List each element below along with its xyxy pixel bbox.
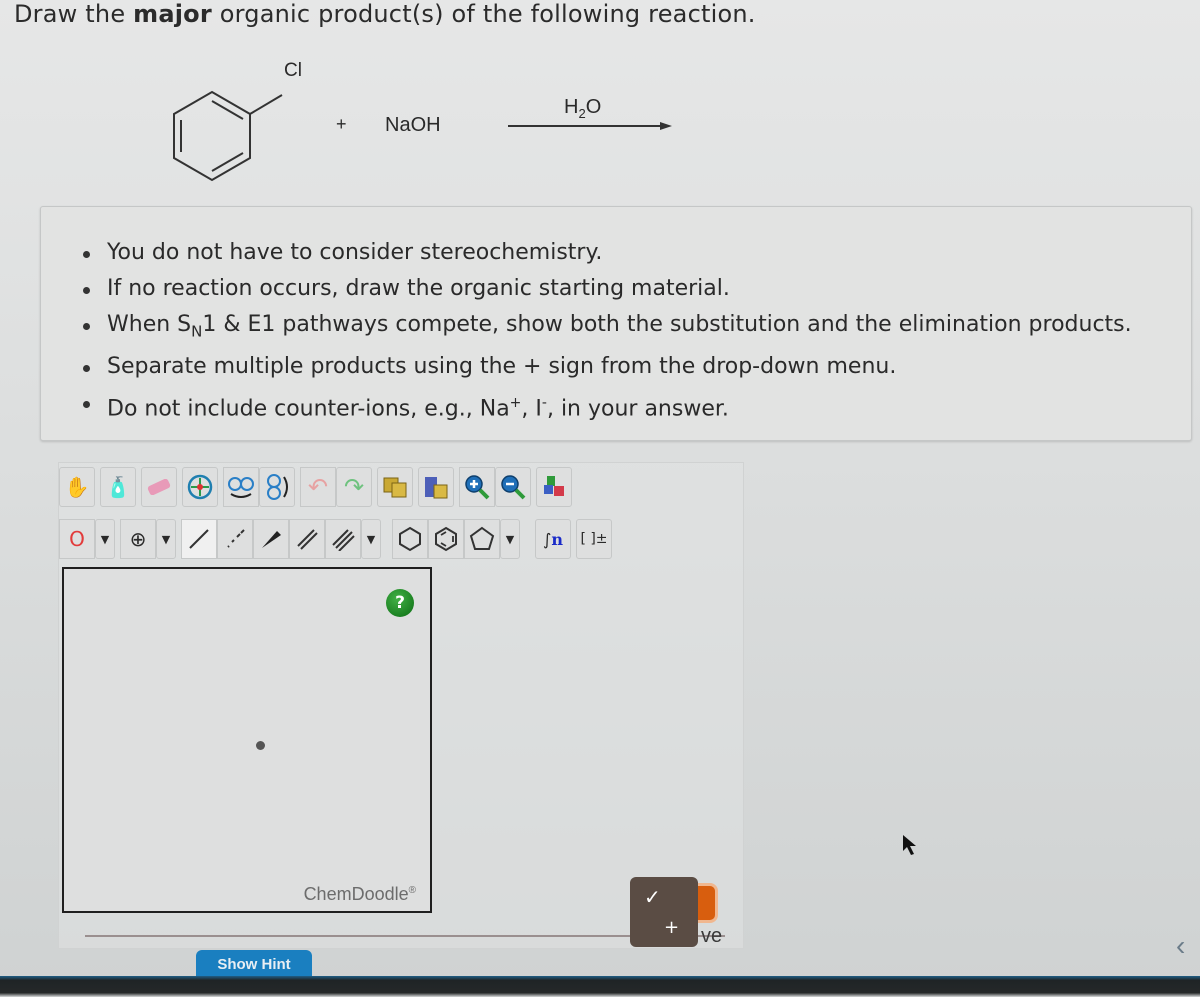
paste-button[interactable]	[418, 467, 454, 507]
chevron-down-icon: ▼	[161, 532, 171, 546]
flip-horizontal-button[interactable]	[223, 467, 259, 507]
instruction-item: Do not include counter-ions, e.g., Na+, …	[41, 385, 1132, 427]
atom-dropdown[interactable]: ▼	[95, 519, 115, 559]
chlorine-label: Cl	[284, 60, 302, 81]
clean-button[interactable]	[536, 467, 572, 507]
chemdoodle-brand: ChemDoodle®	[303, 884, 416, 904]
add-product-icon[interactable]: +	[664, 917, 679, 938]
question-bold: major	[133, 0, 212, 28]
answer-popup-menu: ✓ +	[630, 877, 698, 947]
benzene-ring	[173, 90, 283, 182]
undo-icon: ↶	[307, 473, 329, 501]
hand-icon: ✋	[64, 475, 90, 499]
divider	[85, 935, 725, 937]
flip-horizontal-icon	[226, 474, 256, 500]
center-icon	[187, 474, 213, 500]
c-cl-bond	[249, 94, 283, 115]
show-hint-button[interactable]: Show Hint	[196, 950, 312, 978]
question-suffix: organic product(s) of the following reac…	[211, 0, 756, 28]
repeat-unit-icon: ∫n	[543, 529, 563, 549]
benzene-button[interactable]	[428, 519, 464, 559]
triple-bond-icon	[331, 527, 355, 551]
toolbar-row-2: O ▼ ⊕ ▼ ▼ ▼ ∫n [ ]±	[59, 519, 617, 559]
paste-icon	[423, 475, 449, 499]
bracket-charge-button[interactable]: [ ]±	[576, 519, 612, 559]
charge-button[interactable]: ⊕	[120, 519, 156, 559]
triple-bond-button[interactable]	[325, 519, 361, 559]
question-prefix: Draw the	[14, 0, 134, 28]
benzene-icon	[433, 526, 459, 552]
chevron-down-icon: ▼	[100, 532, 110, 546]
canvas-mark	[256, 741, 265, 750]
cyclohexane-button[interactable]	[392, 519, 428, 559]
reaction-scheme: Cl + NaOH H2O	[0, 40, 760, 200]
instructions-list: You do not have to consider stereochemis…	[41, 235, 1132, 428]
ring-outline	[173, 90, 251, 182]
undo-button[interactable]: ↶	[300, 467, 336, 507]
zoom-out-button[interactable]	[495, 467, 531, 507]
double-bond-icon	[295, 527, 319, 551]
instruction-item: If no reaction occurs, draw the organic …	[41, 271, 1132, 307]
double-bond-button[interactable]	[289, 519, 325, 559]
toolbar-row-1: ✋ 🧴 ↶ ↷	[59, 467, 577, 507]
chevron-down-icon: ▼	[366, 532, 376, 546]
reaction-drawing	[173, 90, 672, 182]
wedge-bond-icon	[259, 527, 283, 551]
reagent-label: NaOH	[385, 114, 441, 136]
mouse-pointer-icon	[903, 835, 916, 855]
instructions-box: You do not have to consider stereochemis…	[40, 206, 1192, 441]
cyclopentane-icon	[469, 526, 495, 552]
copy-icon	[382, 475, 408, 499]
instruction-item: You do not have to consider stereochemis…	[41, 235, 1132, 271]
repeat-unit-button[interactable]: ∫n	[535, 519, 571, 559]
double-bond-inner	[211, 100, 244, 120]
eraser-button[interactable]	[141, 467, 177, 507]
atom-label-button[interactable]: O	[59, 519, 95, 559]
drawing-canvas[interactable]: ? ChemDoodle®	[62, 567, 432, 913]
bracket-charge-icon: [ ]±	[580, 531, 608, 547]
help-button[interactable]: ?	[386, 589, 414, 617]
single-bond-button[interactable]	[181, 519, 217, 559]
redo-icon: ↷	[343, 473, 365, 501]
charge-plus-icon: ⊕	[129, 527, 147, 551]
cyclopentane-button[interactable]	[464, 519, 500, 559]
eraser-icon	[146, 479, 172, 495]
bottom-bar	[0, 976, 1200, 997]
chevron-down-icon: ▼	[505, 532, 515, 546]
flip-vertical-button[interactable]	[259, 467, 295, 507]
check-icon[interactable]: ✓	[644, 885, 661, 909]
spray-bottle-icon: 🧴	[105, 475, 131, 499]
solvent-label: H2O	[564, 96, 602, 121]
zoom-in-button[interactable]	[459, 467, 495, 507]
hand-tool-button[interactable]: ✋	[59, 467, 95, 507]
hashed-bond-icon	[223, 527, 247, 551]
clear-button[interactable]: 🧴	[100, 467, 136, 507]
flip-vertical-icon	[262, 473, 292, 501]
zoom-out-icon	[500, 474, 526, 500]
instruction-item: When SN1 & E1 pathways compete, show bot…	[41, 307, 1132, 349]
copy-button[interactable]	[377, 467, 413, 507]
single-bond-icon	[187, 527, 211, 551]
zoom-in-icon	[464, 474, 490, 500]
reaction-arrow	[508, 122, 672, 130]
center-button[interactable]	[182, 467, 218, 507]
redo-button[interactable]: ↷	[336, 467, 372, 507]
chemdoodle-sketcher: ✋ 🧴 ↶ ↷ O ▼ ⊕ ▼ ▼ ▼ ∫n [ ]± ? ChemDoodle…	[58, 462, 744, 949]
wedge-bond-button[interactable]	[253, 519, 289, 559]
cyclohexane-icon	[397, 526, 423, 552]
clean-icon	[541, 474, 567, 500]
hashed-bond-button[interactable]	[217, 519, 253, 559]
save-label: ve	[701, 925, 723, 947]
double-bond-inner	[211, 152, 244, 172]
bond-dropdown[interactable]: ▼	[361, 519, 381, 559]
charge-dropdown[interactable]: ▼	[156, 519, 176, 559]
question-title: Draw the major organic product(s) of the…	[14, 0, 756, 28]
chevron-left-icon[interactable]: ‹	[1176, 930, 1185, 962]
ring-dropdown[interactable]: ▼	[500, 519, 520, 559]
instruction-item: Separate multiple products using the + s…	[41, 349, 1132, 385]
atom-label: O	[69, 527, 85, 551]
plus-sign: +	[336, 114, 347, 134]
